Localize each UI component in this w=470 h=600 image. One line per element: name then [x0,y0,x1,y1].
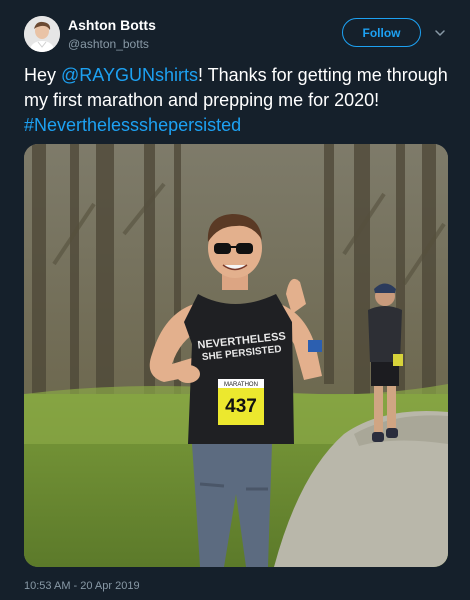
chevron-down-icon[interactable] [434,28,446,38]
avatar[interactable] [24,16,60,52]
hashtag-link[interactable]: #Neverthelessshepersisted [24,115,241,135]
tweet-text-part: Hey [24,65,62,85]
marathon-runner-photo: NEVERTHELESS SHE PERSISTED MARATHON 437 [24,144,448,567]
tweet-photo[interactable]: NEVERTHELESS SHE PERSISTED MARATHON 437 [24,144,448,567]
user-handle[interactable]: @ashton_botts [68,37,149,51]
tweet-card: Ashton Botts @ashton_botts Follow Hey @R… [0,0,470,600]
bib-number: 437 [225,396,257,417]
tweet-text: Hey @RAYGUNshirts! Thanks for getting me… [24,63,454,138]
display-name[interactable]: Ashton Botts [68,17,156,33]
bib-title: MARATHON [224,382,258,388]
tweet-timestamp[interactable]: 10:53 AM - 20 Apr 2019 [24,580,140,592]
follow-button[interactable]: Follow [342,18,421,47]
avatar-image [24,16,60,52]
mention-link[interactable]: @RAYGUNshirts [61,65,198,85]
